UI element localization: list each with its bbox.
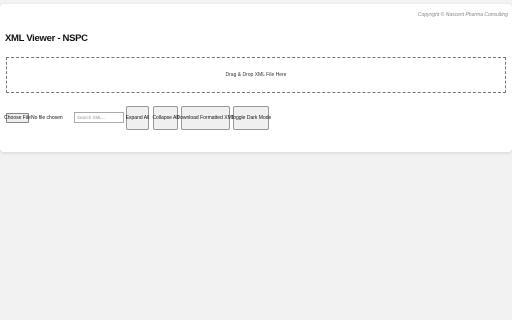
expand-all-button[interactable]: Expand All	[126, 106, 149, 130]
download-formatted-xml-button[interactable]: Download Formatted XML	[176, 106, 235, 130]
collapse-all-button[interactable]: Collapse All	[152, 106, 179, 130]
choose-file-button[interactable]: Choose File	[4, 113, 31, 123]
drop-zone-label: Drag & Drop XML File Here	[225, 72, 287, 78]
file-status-text: No file chosen	[31, 115, 63, 121]
drop-zone[interactable]: Drag & Drop XML File Here	[6, 57, 506, 93]
search-input[interactable]	[74, 112, 124, 123]
page-title: XML Viewer - NSPC	[5, 33, 88, 44]
toggle-dark-mode-button[interactable]: Toggle Dark Mode	[231, 106, 271, 130]
copyright-text: Copyright © Nascent Pharma Consulting	[417, 12, 508, 18]
viewer-panel: Copyright © Nascent Pharma Consulting XM…	[0, 4, 512, 152]
